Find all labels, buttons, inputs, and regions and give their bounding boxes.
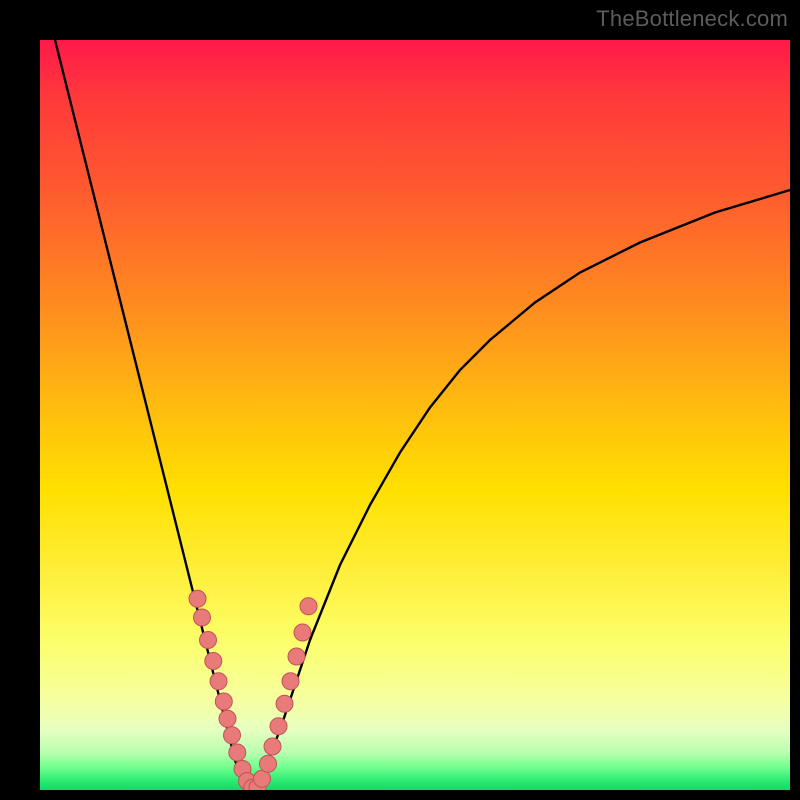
highlight-dot [194, 609, 211, 626]
highlight-dots [189, 590, 317, 790]
curve-right-path [250, 190, 790, 790]
highlight-dot [270, 718, 287, 735]
highlight-dot [276, 695, 293, 712]
watermark-text: TheBottleneck.com [596, 6, 788, 32]
bottleneck-curve-svg [40, 40, 790, 790]
highlight-dot [210, 673, 227, 690]
highlight-dot [254, 770, 271, 787]
highlight-dot [288, 648, 305, 665]
highlight-dot [189, 590, 206, 607]
highlight-dot [219, 710, 236, 727]
highlight-dot [260, 755, 277, 772]
chart-frame: TheBottleneck.com [0, 0, 800, 800]
highlight-dot [300, 598, 317, 615]
highlight-dot [200, 632, 217, 649]
highlight-dot [264, 738, 281, 755]
highlight-dot [229, 744, 246, 761]
highlight-dot [282, 673, 299, 690]
highlight-dot [224, 727, 241, 744]
highlight-dot [215, 693, 232, 710]
highlight-dot [205, 653, 222, 670]
plot-area [40, 40, 790, 790]
highlight-dot [294, 624, 311, 641]
